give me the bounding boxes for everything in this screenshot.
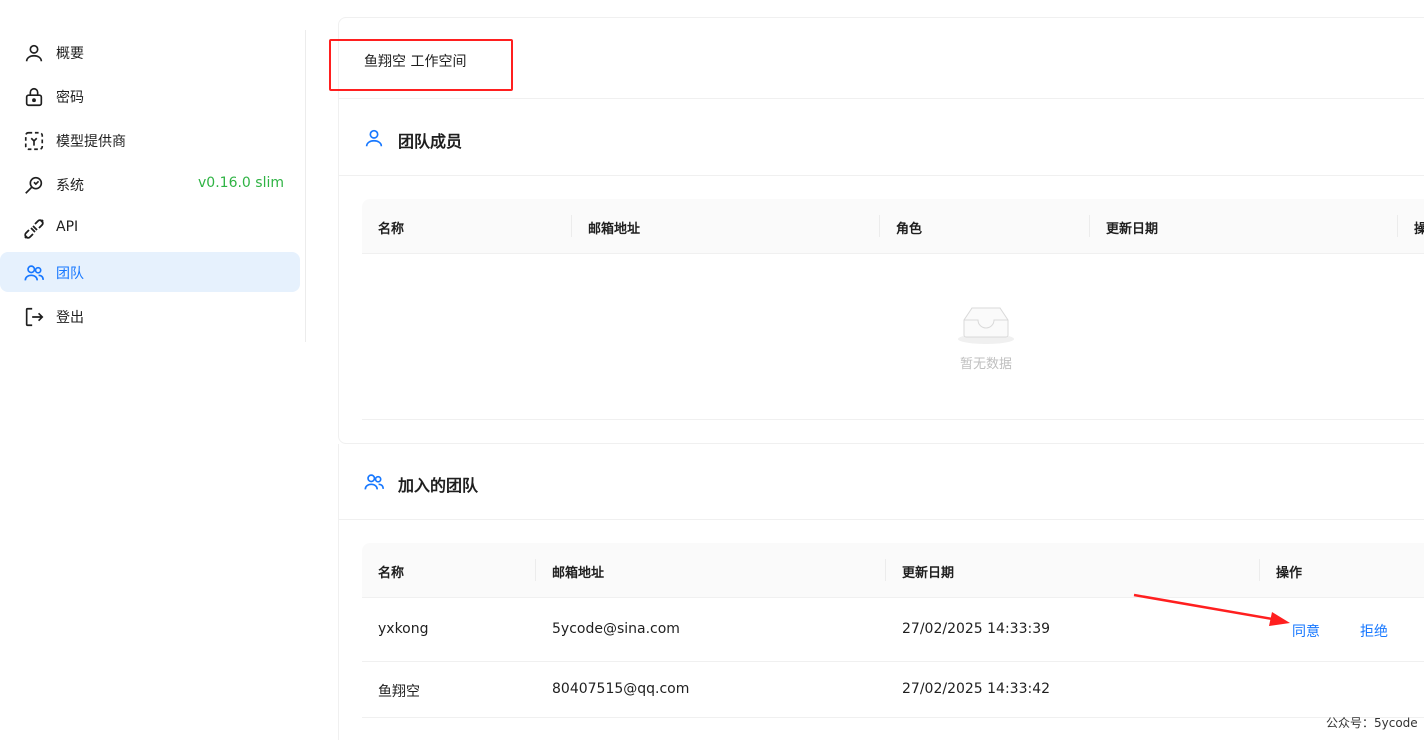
column-header-actions: 操作 xyxy=(1276,566,1303,581)
team-icon xyxy=(363,471,385,493)
plug-icon xyxy=(22,217,46,241)
empty-state: 暂无数据 xyxy=(362,254,1424,420)
logout-icon xyxy=(22,305,46,329)
joined-teams-header: 加入的团队 xyxy=(339,444,1424,520)
cell-updated: 27/02/2025 14:33:39 xyxy=(902,621,1051,637)
column-divider xyxy=(1089,215,1090,237)
column-divider xyxy=(535,559,536,581)
sidebar-item-api[interactable]: API xyxy=(0,208,300,248)
sidebar-item-label: 概要 xyxy=(56,46,84,62)
section-title: 团队成员 xyxy=(398,132,463,151)
reject-button[interactable]: 拒绝 xyxy=(1360,621,1388,641)
empty-text: 暂无数据 xyxy=(959,357,1012,372)
table-header: 名称 邮箱地址 更新日期 操作 xyxy=(362,543,1424,598)
column-header-actions: 操 xyxy=(1414,222,1424,237)
system-icon xyxy=(22,173,46,197)
column-header-name: 名称 xyxy=(378,222,405,237)
sidebar-item-label: 密码 xyxy=(56,90,84,106)
model-provider-icon xyxy=(22,129,46,153)
sidebar-item-label: 模型提供商 xyxy=(56,134,126,150)
cell-updated: 27/02/2025 14:33:42 xyxy=(902,681,1051,697)
sidebar-item-model-provider[interactable]: 模型提供商 xyxy=(0,120,300,160)
column-divider xyxy=(1397,215,1398,237)
empty-inbox-icon xyxy=(958,302,1018,350)
lock-icon xyxy=(22,85,46,109)
cell-email: 5ycode@sina.com xyxy=(552,621,680,637)
column-divider xyxy=(571,215,572,237)
column-divider xyxy=(879,215,880,237)
annotation-arrow-icon xyxy=(1133,593,1290,626)
table-header: 名称 邮箱地址 角色 更新日期 操 xyxy=(362,199,1424,254)
sidebar-item-system[interactable]: 系统 v0.16.0 slim xyxy=(0,164,300,204)
column-header-role: 角色 xyxy=(896,222,923,237)
version-badge: v0.16.0 slim xyxy=(198,175,284,191)
sidebar-item-logout[interactable]: 登出 xyxy=(0,296,300,336)
user-icon xyxy=(22,41,46,65)
column-header-updated: 更新日期 xyxy=(902,566,955,581)
watermark: 公众号：5ycode xyxy=(1326,716,1418,730)
column-divider xyxy=(885,559,886,581)
sidebar-item-overview[interactable]: 概要 xyxy=(0,32,300,72)
sidebar: 概要 密码 模型提供商 系统 v0.16.0 slim API 团队 登出 xyxy=(0,30,306,342)
cell-name: 鱼翔空 xyxy=(378,684,420,700)
column-header-name: 名称 xyxy=(378,566,405,581)
section-title: 加入的团队 xyxy=(398,476,479,495)
table-row: 鱼翔空 80407515@qq.com 27/02/2025 14:33:42 xyxy=(362,662,1424,718)
sidebar-item-label: 团队 xyxy=(56,266,84,282)
sidebar-item-label: 系统 xyxy=(56,178,84,194)
agree-button[interactable]: 同意 xyxy=(1292,621,1320,641)
annotation-highlight-box xyxy=(329,39,513,91)
sidebar-item-team[interactable]: 团队 xyxy=(0,252,300,292)
sidebar-item-label: API xyxy=(56,219,79,235)
team-icon xyxy=(22,261,46,285)
column-header-updated: 更新日期 xyxy=(1106,222,1159,237)
column-divider xyxy=(1259,559,1260,581)
column-header-email: 邮箱地址 xyxy=(552,566,605,581)
sidebar-item-label: 登出 xyxy=(56,310,84,326)
cell-email: 80407515@qq.com xyxy=(552,681,690,697)
cell-name: yxkong xyxy=(378,621,429,637)
column-header-email: 邮箱地址 xyxy=(588,222,641,237)
user-icon xyxy=(363,127,385,149)
sidebar-item-password[interactable]: 密码 xyxy=(0,76,300,116)
team-members-header: 团队成员 xyxy=(339,100,1424,176)
